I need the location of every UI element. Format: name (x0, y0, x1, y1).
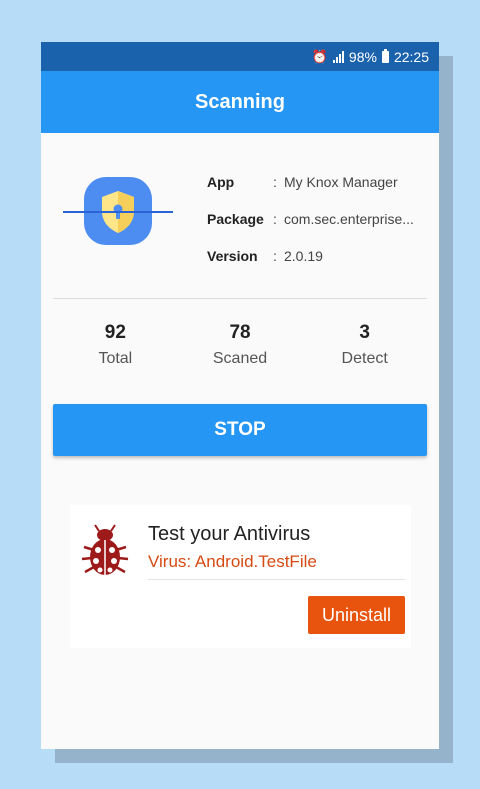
battery-percent: 98% (348, 48, 377, 65)
page-title: Scanning (194, 90, 285, 113)
stat-label: Detect (341, 350, 388, 367)
detail-row-package: Package : com.sec.enterprise... (207, 200, 432, 237)
detail-value: com.sec.enterprise... (284, 210, 414, 227)
detail-value: 2.0.19 (284, 247, 323, 264)
uninstall-button[interactable]: Uninstall (308, 596, 405, 634)
detail-label: App (207, 173, 235, 190)
stop-button[interactable]: STOP (53, 404, 427, 456)
divider (148, 579, 405, 580)
status-bar: ⏰ 98% 22:25 (41, 42, 439, 71)
ladybug-icon (80, 523, 130, 584)
clock: 22:25 (393, 48, 429, 65)
threat-result-card: Test your Antivirus Virus: Android.TestF… (70, 505, 411, 648)
result-title: Test your Antivirus (148, 523, 311, 545)
stat-value: 78 (229, 322, 251, 343)
stat-label: Scaned (212, 350, 268, 367)
app-details: App : My Knox Manager Package : com.sec.… (207, 163, 432, 274)
detail-separator: : (273, 247, 277, 264)
detail-row-app: App : My Knox Manager (207, 163, 432, 200)
stat-value: 3 (359, 322, 370, 343)
detail-label: Version (207, 247, 258, 264)
app-info-section: App : My Knox Manager Package : com.sec.… (41, 133, 439, 299)
app-bar: Scanning (41, 71, 439, 133)
stat-detect: 3 Detect (302, 322, 427, 368)
battery-charging-icon (381, 48, 389, 63)
detail-separator: : (273, 173, 277, 190)
stat-total: 92 Total (53, 322, 178, 368)
stat-scanned: 78 Scaned (178, 322, 303, 368)
detail-row-version: Version : 2.0.19 (207, 237, 432, 274)
alarm-icon: ⏰ (311, 49, 328, 64)
detail-label: Package (207, 210, 264, 227)
detail-value: My Knox Manager (284, 173, 398, 190)
detail-separator: : (273, 210, 277, 227)
stat-label: Total (98, 350, 133, 367)
phone-screen: ⏰ 98% 22:25 Scanning App : My Knox Manag… (41, 42, 439, 749)
app-icon-container (63, 177, 173, 247)
stat-value: 92 (104, 322, 126, 343)
scan-stats: 92 Total 78 Scaned 3 Detect (53, 322, 427, 368)
scan-line (63, 211, 173, 213)
divider (53, 298, 427, 299)
virus-name: Virus: Android.TestFile (148, 552, 317, 571)
signal-icon (332, 50, 344, 63)
